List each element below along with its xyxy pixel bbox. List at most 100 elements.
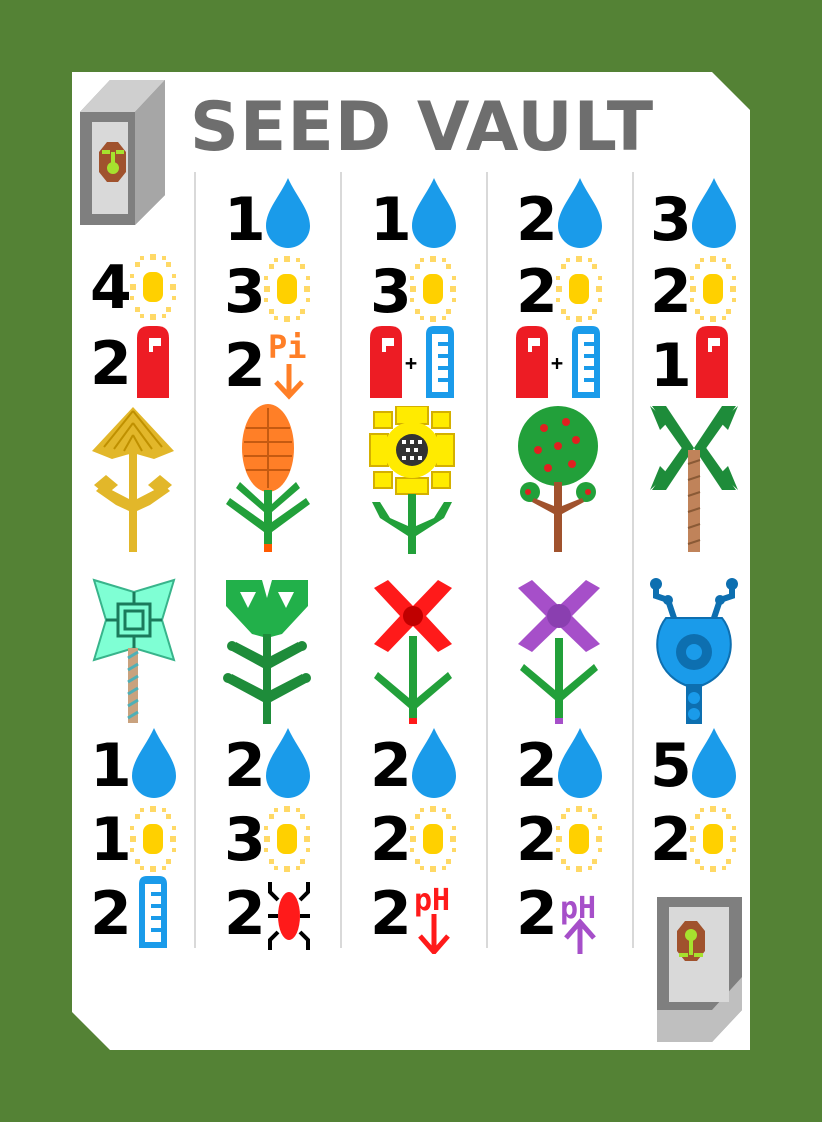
water-drop-icon xyxy=(266,728,310,798)
requirement-value: 2 xyxy=(370,731,412,801)
requirement-value: 2 xyxy=(224,331,266,401)
requirement-ruler: 2 xyxy=(90,879,132,949)
ruler-icon xyxy=(139,876,167,948)
requirement-sun: 2 xyxy=(516,805,558,875)
requirement-value: 3 xyxy=(224,257,266,327)
requirement-value: 2 xyxy=(516,257,558,327)
requirement-value: 2 xyxy=(650,257,692,327)
bug-icon xyxy=(268,882,310,950)
requirement-value: 2 xyxy=(516,185,558,255)
seed-packet-icon[interactable] xyxy=(80,80,165,225)
requirement-value: 3 xyxy=(650,185,692,255)
sun-icon xyxy=(690,806,736,872)
requirement-sun: 1 xyxy=(90,805,132,875)
golden-tree-icon xyxy=(92,407,174,552)
requirement-value: 3 xyxy=(224,805,266,875)
orange-banksia-icon xyxy=(226,404,310,552)
plus-label: + xyxy=(405,351,417,375)
requirement-value: 1 xyxy=(650,331,692,401)
requirement-value: 5 xyxy=(650,731,692,801)
requirement-value: 2 xyxy=(370,805,412,875)
sun-icon xyxy=(130,806,176,872)
water-drop-icon xyxy=(132,728,176,798)
requirement-water: 2 xyxy=(516,185,558,255)
requirement-sun: 3 xyxy=(224,257,266,327)
requirement-sun: 2 xyxy=(650,805,692,875)
fertilizer-plus-ruler-icon: + xyxy=(370,326,454,398)
sunflower-icon xyxy=(369,406,455,554)
requirement-water: 5 xyxy=(650,731,692,801)
plus-label: + xyxy=(551,351,563,375)
sun-icon xyxy=(410,256,456,322)
requirement-water: 2 xyxy=(516,731,558,801)
purple-flower-icon xyxy=(518,580,600,724)
requirement-value: 2 xyxy=(224,879,266,949)
fertilizer-can-icon xyxy=(137,326,169,398)
requirement-water: 1 xyxy=(224,185,266,255)
requirement-ph: 2 xyxy=(370,879,412,949)
fertilizer-plus-ruler-icon: + xyxy=(516,326,600,398)
sun-icon xyxy=(556,256,602,322)
column-divider xyxy=(632,172,634,948)
requirement-sun: 3 xyxy=(370,257,412,327)
blue-alien-plant-icon xyxy=(650,578,738,724)
requirement-pests: 2 xyxy=(224,879,266,949)
requirement-sun: 3 xyxy=(224,805,266,875)
sun-icon xyxy=(690,256,736,322)
sun-icon xyxy=(264,806,310,872)
sun-icon xyxy=(264,256,310,322)
sun-icon xyxy=(410,806,456,872)
sun-icon xyxy=(556,806,602,872)
column-divider xyxy=(194,172,196,948)
requirement-phosphorus: 2 xyxy=(224,331,266,401)
requirement-value: 2 xyxy=(516,731,558,801)
column-divider xyxy=(340,172,342,948)
column-divider xyxy=(486,172,488,948)
water-drop-icon xyxy=(692,178,736,248)
requirement-water: 2 xyxy=(370,731,412,801)
requirement-value: 2 xyxy=(90,879,132,949)
requirement-water: 3 xyxy=(650,185,692,255)
requirement-sun: 2 xyxy=(516,257,558,327)
requirement-ph: 2 xyxy=(516,879,558,949)
requirement-value: 1 xyxy=(90,731,132,801)
requirement-water: 2 xyxy=(224,731,266,801)
requirement-value: 2 xyxy=(90,329,132,399)
requirement-value: 2 xyxy=(516,805,558,875)
sun-icon xyxy=(130,254,176,320)
requirement-water: 1 xyxy=(370,185,412,255)
apple-tree-icon xyxy=(518,406,598,552)
requirement-fertilizer: 2 xyxy=(90,329,132,399)
ph-down-icon: pH xyxy=(414,883,450,954)
water-drop-icon xyxy=(412,728,456,798)
water-drop-icon xyxy=(558,728,602,798)
card-title: SEED VAULT xyxy=(189,88,655,167)
seed-packet-icon[interactable] xyxy=(657,897,742,1042)
pi-label: Pi xyxy=(268,328,307,366)
requirement-sun: 4 xyxy=(90,253,132,323)
requirement-value: 4 xyxy=(90,253,132,323)
ph-label: pH xyxy=(414,883,450,918)
water-drop-icon xyxy=(692,728,736,798)
requirement-value: 3 xyxy=(370,257,412,327)
crystal-tree-icon xyxy=(92,578,176,723)
red-flower-icon xyxy=(374,580,452,724)
requirement-value: 1 xyxy=(224,185,266,255)
requirement-value: 1 xyxy=(370,185,412,255)
requirement-value: 2 xyxy=(370,879,412,949)
requirement-fertilizer: 1 xyxy=(650,331,692,401)
requirement-sun: 2 xyxy=(650,257,692,327)
fertilizer-can-icon xyxy=(696,326,728,398)
requirement-value: 2 xyxy=(224,731,266,801)
seed-vault-card[interactable]: SEED VAULT 4 2 1 1 2 1 3 2 Pi 2 3 2 1 3 … xyxy=(72,72,750,1050)
requirement-sun: 2 xyxy=(370,805,412,875)
requirement-value: 2 xyxy=(516,879,558,949)
palm-tree-icon xyxy=(650,406,738,552)
requirement-value: 2 xyxy=(650,805,692,875)
pi-arrow-down-icon: Pi xyxy=(268,328,307,400)
water-drop-icon xyxy=(558,178,602,248)
requirement-value: 1 xyxy=(90,805,132,875)
water-drop-icon xyxy=(412,178,456,248)
ph-up-icon: pH xyxy=(560,891,596,954)
requirement-water: 1 xyxy=(90,731,132,801)
